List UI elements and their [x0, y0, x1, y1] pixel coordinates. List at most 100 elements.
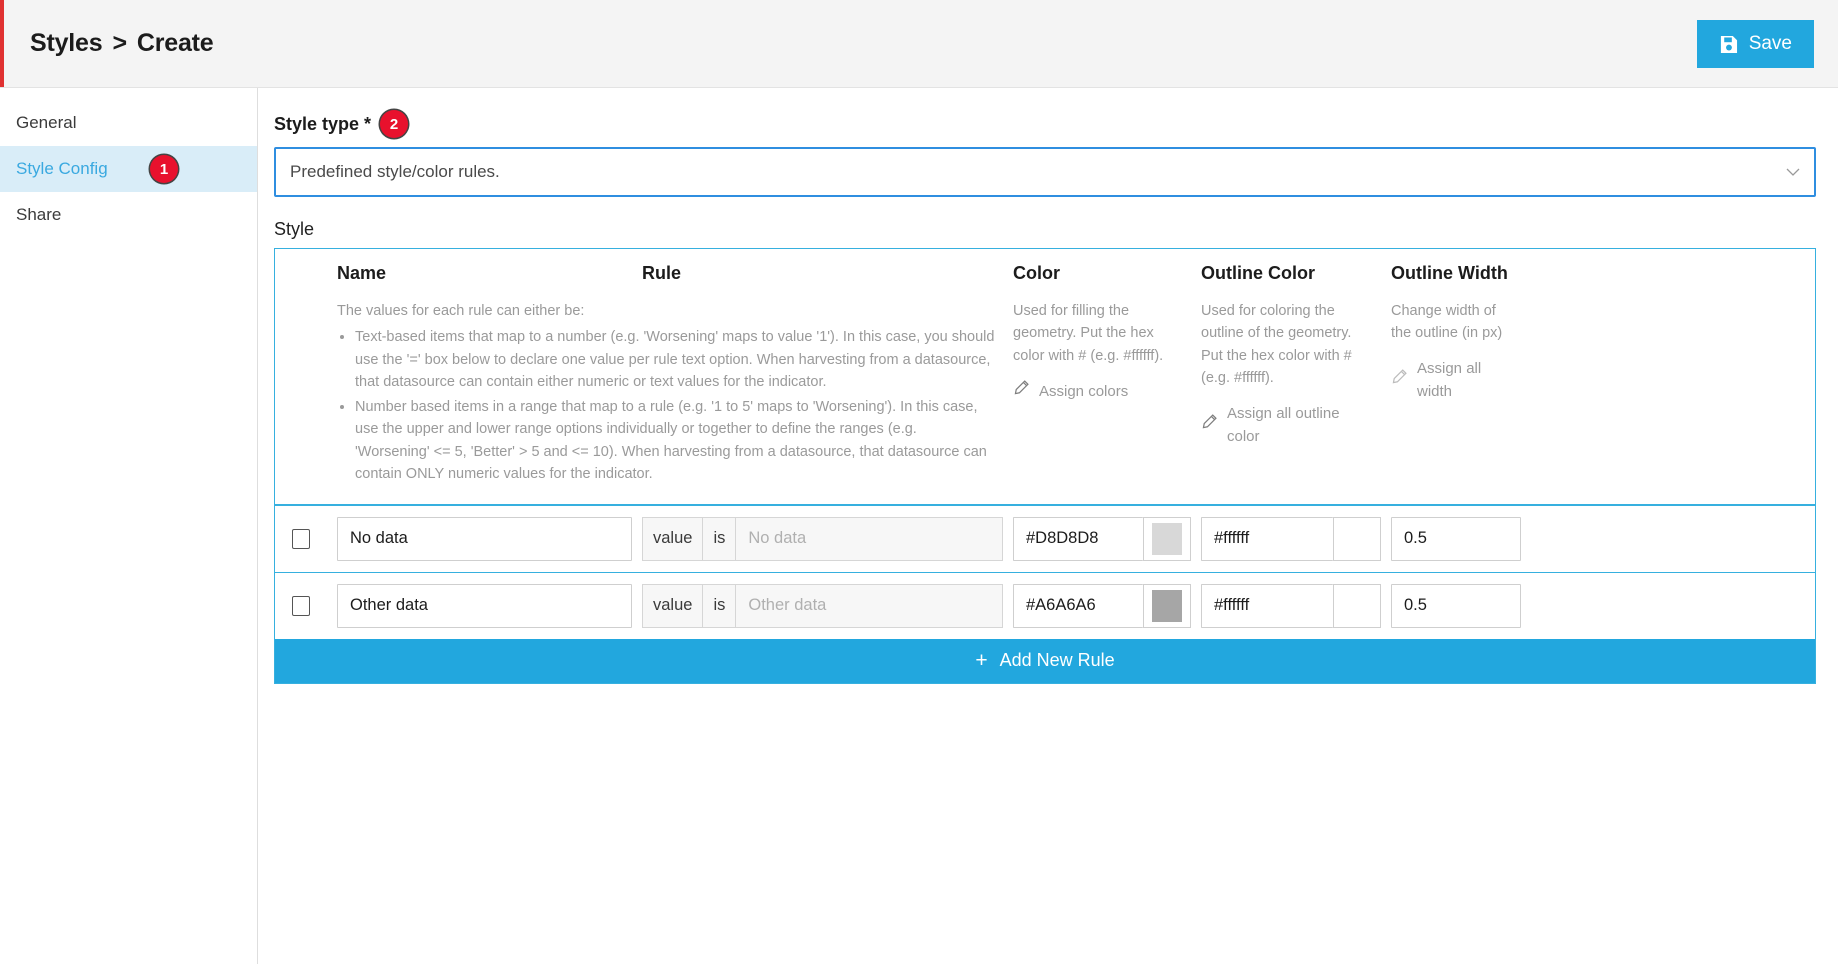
assign-all-outline-color-link[interactable]: Assign all outline color	[1201, 402, 1373, 449]
app-header: Styles > Create Save	[0, 0, 1838, 88]
assign-all-width-label: Assign all width	[1417, 359, 1482, 401]
row-checkbox[interactable]	[292, 528, 310, 549]
color-swatch-button[interactable]	[1143, 516, 1191, 561]
rule-value-input[interactable]	[736, 584, 1002, 627]
description-bullets: Text-based items that map to a number (e…	[337, 326, 995, 485]
assign-all-width-link[interactable]: Assign all width	[1391, 357, 1513, 404]
assign-all-outline-color-label: Assign all outline color	[1227, 404, 1340, 446]
rule-name-input[interactable]	[337, 516, 632, 561]
outline-color-swatch	[1342, 522, 1372, 555]
assign-colors-link[interactable]: Assign colors	[1013, 379, 1183, 403]
row-color-cell	[1013, 506, 1201, 572]
color-swatch	[1152, 522, 1182, 555]
column-header-rule: Rule	[642, 263, 682, 283]
column-header-outline-width: Outline Width	[1391, 263, 1508, 283]
annotation-badge-2: 2	[380, 110, 409, 138]
sidebar-item-share[interactable]: Share	[0, 192, 257, 238]
sidebar-item-label: Style Config	[16, 159, 108, 178]
style-rules-table: Name Rule Color Outline Color Outline Wi…	[274, 248, 1816, 684]
pencil-icon	[1391, 368, 1408, 392]
assign-colors-label: Assign colors	[1039, 382, 1129, 400]
rule-value-tag: value	[643, 517, 704, 560]
row-rule-cell: value is	[642, 506, 1013, 572]
row-outline-width-cell	[1391, 573, 1531, 639]
pencil-icon	[1013, 379, 1030, 403]
outline-color-swatch-button[interactable]	[1333, 516, 1381, 561]
column-outline-color: Outline Color	[1201, 249, 1391, 284]
rule-operator-tag[interactable]: is	[703, 584, 737, 627]
row-outline-color-cell	[1201, 506, 1391, 572]
sidebar-item-label: Share	[16, 205, 62, 224]
save-button[interactable]: Save	[1696, 20, 1814, 68]
table-row: value is	[275, 504, 1815, 572]
color-hex-input[interactable]	[1013, 516, 1143, 561]
rule-condition-group: value is	[642, 516, 1003, 561]
color-hex-input[interactable]	[1013, 583, 1143, 628]
sidebar-item-general[interactable]: General	[0, 100, 257, 146]
breadcrumb-current: Create	[136, 29, 214, 57]
rule-condition-group: value is	[642, 583, 1003, 628]
column-color: Color	[1013, 249, 1201, 284]
column-header-color: Color	[1013, 263, 1060, 283]
breadcrumb-root[interactable]: Styles	[30, 29, 103, 58]
row-checkbox[interactable]	[292, 595, 310, 616]
description-intro: The values for each rule can either be:	[337, 303, 585, 319]
row-select-cell	[275, 518, 337, 560]
name-rule-description: The values for each rule can either be: …	[337, 284, 1013, 504]
plus-icon: +	[975, 649, 988, 673]
outline-color-field-group	[1201, 583, 1381, 628]
style-table-header: Name Rule Color Outline Color Outline Wi…	[275, 249, 1815, 505]
outline-color-swatch	[1342, 589, 1372, 622]
outline-color-swatch-button[interactable]	[1333, 583, 1381, 628]
breadcrumb-separator: >	[112, 29, 127, 57]
description-bullet: Number based items in a range that map t…	[355, 396, 995, 486]
row-name-cell	[337, 506, 642, 572]
outline-width-input[interactable]	[1391, 516, 1521, 561]
row-name-cell	[337, 573, 642, 639]
outline-color-hex-input[interactable]	[1201, 583, 1333, 628]
outline-color-description: Used for coloring the outline of the geo…	[1201, 303, 1352, 387]
table-row: value is	[275, 571, 1815, 639]
row-color-cell	[1013, 573, 1201, 639]
row-rule-cell: value is	[642, 573, 1013, 639]
column-name: Name	[337, 249, 642, 284]
color-description-cell: Used for filling the geometry. Put the h…	[1013, 284, 1201, 420]
color-swatch-button[interactable]	[1143, 583, 1191, 628]
header-accent-bar	[0, 0, 4, 87]
column-header-outline-color: Outline Color	[1201, 263, 1315, 283]
chevron-down-icon	[1786, 165, 1800, 180]
sidebar: General Style Config 1 Share	[0, 88, 258, 964]
description-bullet: Text-based items that map to a number (e…	[355, 326, 995, 393]
row-select-cell	[275, 585, 337, 627]
sidebar-item-label: General	[16, 113, 77, 132]
column-outline-width: Outline Width	[1391, 249, 1531, 284]
style-type-select[interactable]: Predefined style/color rules.	[274, 147, 1816, 197]
color-description: Used for filling the geometry. Put the h…	[1013, 303, 1164, 364]
row-outline-width-cell	[1391, 506, 1531, 572]
style-type-label-row: Style type * 2	[274, 110, 1816, 138]
rule-value-tag: value	[643, 584, 704, 627]
add-new-rule-button[interactable]: + Add New Rule	[275, 638, 1815, 683]
add-new-rule-label: Add New Rule	[999, 650, 1115, 671]
outline-color-hex-input[interactable]	[1201, 516, 1333, 561]
color-field-group	[1013, 516, 1191, 561]
outline-width-description-cell: Change width of the outline (in px) Assi…	[1391, 284, 1531, 419]
rule-value-input[interactable]	[736, 517, 1002, 560]
pencil-icon	[1201, 413, 1218, 437]
row-outline-color-cell	[1201, 573, 1391, 639]
column-rule: Rule	[642, 249, 1013, 284]
save-button-label: Save	[1748, 33, 1792, 54]
breadcrumb: Styles > Create	[30, 29, 214, 58]
floppy-disk-icon	[1719, 35, 1738, 54]
color-swatch	[1152, 589, 1182, 622]
outline-color-field-group	[1201, 516, 1381, 561]
outline-width-input[interactable]	[1391, 583, 1521, 628]
style-type-label: Style type *	[274, 113, 372, 134]
annotation-badge-1: 1	[150, 155, 178, 183]
main-content: Style type * 2 Predefined style/color ru…	[258, 88, 1838, 964]
rule-name-input[interactable]	[337, 583, 632, 628]
style-type-selected-value: Predefined style/color rules.	[290, 162, 500, 181]
rule-operator-tag[interactable]: is	[703, 517, 737, 560]
color-field-group	[1013, 583, 1191, 628]
sidebar-item-style-config[interactable]: Style Config 1	[0, 146, 257, 192]
